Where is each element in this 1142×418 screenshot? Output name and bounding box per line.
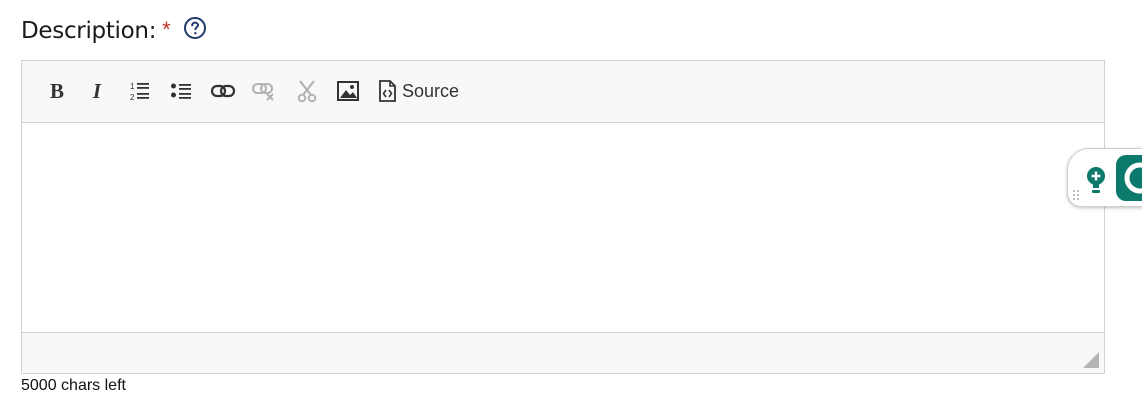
- editor-content-area[interactable]: [22, 123, 1104, 331]
- bulleted-list-button[interactable]: [169, 79, 193, 103]
- scissors-icon: [297, 80, 317, 103]
- rich-text-editor: B I 1 2 Source: [21, 60, 1105, 374]
- unlink-button[interactable]: [251, 79, 277, 103]
- description-label: Description:: [21, 18, 157, 44]
- image-icon: [337, 81, 359, 101]
- required-asterisk: *: [162, 17, 171, 42]
- source-label: Source: [402, 80, 460, 101]
- link-button[interactable]: [210, 79, 236, 103]
- insert-image-button[interactable]: [336, 79, 360, 103]
- resize-handle-icon[interactable]: [1083, 352, 1099, 368]
- question-circle-icon[interactable]: [183, 16, 207, 40]
- svg-text:2: 2: [130, 93, 135, 102]
- chars-left-counter: 5000 chars left: [21, 377, 126, 394]
- svg-text:1: 1: [130, 82, 135, 91]
- drag-grip-icon[interactable]: [1072, 189, 1080, 203]
- editor-toolbar: B I 1 2 Source: [22, 61, 1104, 123]
- cut-button[interactable]: [295, 79, 319, 103]
- bulleted-list-icon: [171, 83, 191, 99]
- numbered-list-button[interactable]: 1 2: [128, 79, 152, 103]
- unlink-icon: [252, 83, 274, 101]
- grammar-app-icon[interactable]: [1116, 155, 1142, 201]
- source-code-icon: [379, 80, 396, 102]
- lightbulb-plus-icon[interactable]: [1084, 165, 1108, 195]
- italic-button[interactable]: I: [86, 79, 108, 103]
- floating-assistant-widget[interactable]: [1067, 148, 1142, 207]
- editor-status-bar: [22, 332, 1104, 373]
- link-icon: [210, 84, 236, 98]
- numbered-list-icon: 1 2: [130, 82, 149, 102]
- source-button[interactable]: Source: [378, 79, 468, 103]
- field-label-row: Description: *: [21, 14, 207, 48]
- bold-button[interactable]: B: [46, 79, 68, 103]
